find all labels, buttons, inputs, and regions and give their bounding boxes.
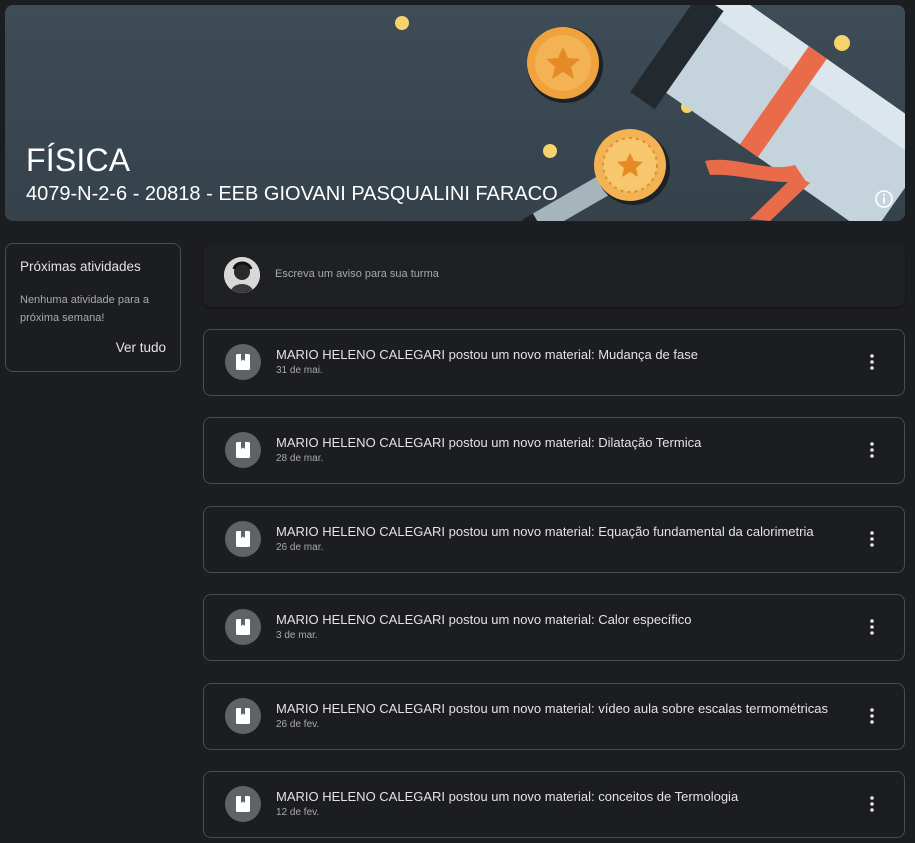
- item-date: 3 de mar.: [276, 630, 318, 641]
- upcoming-title: Próximas atividades: [20, 259, 141, 274]
- stream-item[interactable]: MARIO HELENO CALEGARI postou um novo mat…: [203, 594, 905, 661]
- material-icon: [225, 698, 261, 734]
- item-title: MARIO HELENO CALEGARI postou um novo mat…: [276, 612, 692, 627]
- upcoming-empty-text: Nenhuma atividade para a próxima semana!: [20, 294, 150, 324]
- item-title: MARIO HELENO CALEGARI postou um novo mat…: [276, 789, 739, 804]
- more-options-icon[interactable]: [860, 438, 884, 462]
- item-title: MARIO HELENO CALEGARI postou um novo mat…: [276, 435, 702, 450]
- view-all-link[interactable]: Ver tudo: [116, 340, 166, 355]
- item-title: MARIO HELENO CALEGARI postou um novo mat…: [276, 347, 698, 362]
- more-options-icon[interactable]: [860, 350, 884, 374]
- more-options-icon[interactable]: [860, 615, 884, 639]
- item-title: MARIO HELENO CALEGARI postou um novo mat…: [276, 701, 828, 716]
- item-date: 28 de mar.: [276, 453, 324, 464]
- stream-item[interactable]: MARIO HELENO CALEGARI postou um novo mat…: [203, 417, 905, 484]
- more-options-icon[interactable]: [860, 527, 884, 551]
- compose-placeholder: Escreva um aviso para sua turma: [275, 268, 439, 280]
- user-avatar: [224, 257, 260, 293]
- stream-item[interactable]: MARIO HELENO CALEGARI postou um novo mat…: [203, 329, 905, 396]
- item-date: 26 de fev.: [276, 719, 320, 730]
- item-date: 12 de fev.: [276, 807, 320, 818]
- stream-item[interactable]: MARIO HELENO CALEGARI postou um novo mat…: [203, 506, 905, 573]
- item-date: 31 de mai.: [276, 365, 323, 376]
- class-banner: FÍSICA 4079-N-2-6 - 20818 - EEB GIOVANI …: [5, 5, 905, 221]
- stream-item[interactable]: MARIO HELENO CALEGARI postou um novo mat…: [203, 771, 905, 838]
- material-icon: [225, 609, 261, 645]
- material-icon: [225, 786, 261, 822]
- more-options-icon[interactable]: [860, 704, 884, 728]
- info-icon[interactable]: [869, 184, 899, 214]
- material-icon: [225, 432, 261, 468]
- upcoming-activities-card: Próximas atividades Nenhuma atividade pa…: [5, 243, 181, 372]
- more-options-icon[interactable]: [860, 792, 884, 816]
- material-icon: [225, 521, 261, 557]
- material-icon: [225, 344, 261, 380]
- class-title: FÍSICA: [26, 142, 131, 178]
- item-date: 26 de mar.: [276, 542, 324, 553]
- stream-item[interactable]: MARIO HELENO CALEGARI postou um novo mat…: [203, 683, 905, 750]
- item-title: MARIO HELENO CALEGARI postou um novo mat…: [276, 524, 814, 539]
- announcement-composer[interactable]: Escreva um aviso para sua turma: [203, 243, 905, 307]
- class-subtitle: 4079-N-2-6 - 20818 - EEB GIOVANI PASQUAL…: [26, 183, 558, 205]
